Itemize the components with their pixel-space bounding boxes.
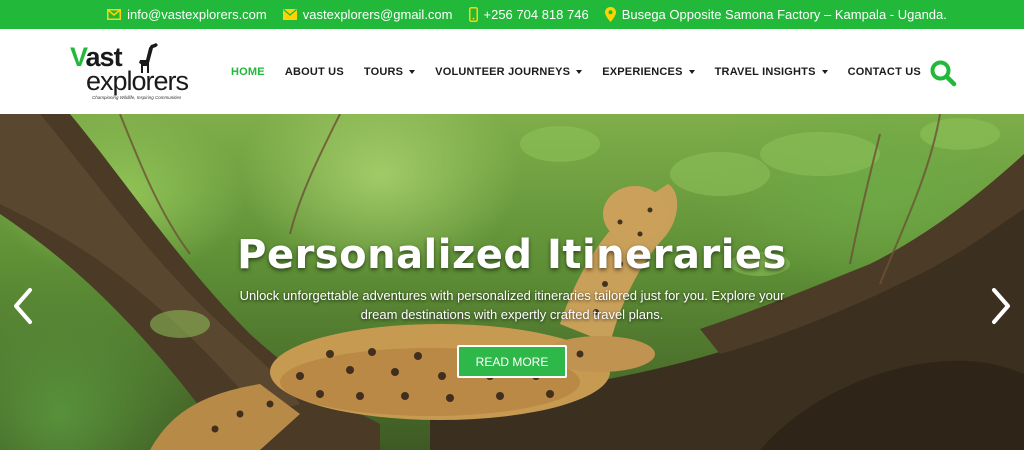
topbar-phone[interactable]: +256 704 818 746 [468,7,589,22]
hero-slider: Personalized Itineraries Unlock unforget… [0,114,1024,450]
nav-item-contact-us[interactable]: CONTACT US [848,66,921,78]
nav-item-volunteer-journeys[interactable]: VOLUNTEER JOURNEYS [435,66,583,78]
nav-item-tours[interactable]: TOURS [364,66,416,78]
logo-tagline: Championing Wildlife, Inspiring Communit… [92,95,182,100]
slider-next-button[interactable] [988,286,1014,326]
chevron-down-icon [576,69,583,74]
location-pin-icon [604,7,616,22]
topbar-email-2-text: vastexplorers@gmail.com [302,7,453,22]
nav-item-about-us[interactable]: ABOUT US [285,66,344,78]
read-more-button[interactable]: READ MORE [457,345,567,378]
topbar-email-2[interactable]: vastexplorers@gmail.com [282,7,453,22]
search-button[interactable] [929,59,957,87]
phone-icon [468,7,478,22]
chevron-right-icon [992,288,1010,324]
hero-background-image [0,114,1024,450]
logo-wordmark: Vast explorers [70,42,189,96]
email-icon [282,9,297,20]
email-icon [107,9,122,20]
topbar-address-text: Busega Opposite Samona Factory – Kampala… [621,7,947,22]
topbar-phone-text: +256 704 818 746 [483,7,589,22]
slider-prev-button[interactable] [10,286,36,326]
chevron-down-icon [688,69,695,74]
nav-item-experiences[interactable]: EXPERIENCES [602,66,695,78]
top-contact-bar: info@vastexplorers.com vastexplorers@gma… [0,0,1024,29]
hero-subtitle: Unlock unforgettable adventures with per… [239,288,785,322]
giraffe-logo-icon [139,43,158,73]
topbar-email-1[interactable]: info@vastexplorers.com [107,7,267,22]
hero-title: Personalized Itineraries [237,232,787,278]
site-logo[interactable]: Vast explorers Championing Wildlife, Ins… [70,43,210,103]
site-header: Vast explorers Championing Wildlife, Ins… [0,29,1024,114]
chevron-down-icon [409,69,416,74]
search-icon [930,60,957,87]
topbar-address: Busega Opposite Samona Factory – Kampala… [604,7,947,22]
topbar-email-1-text: info@vastexplorers.com [127,7,267,22]
main-nav: HOME ABOUT US TOURS VOLUNTEER JOURNEYS E… [231,29,941,114]
chevron-left-icon [14,288,32,324]
chevron-down-icon [821,69,828,74]
nav-item-travel-insights[interactable]: TRAVEL INSIGHTS [715,66,828,78]
nav-item-home[interactable]: HOME [231,66,265,78]
